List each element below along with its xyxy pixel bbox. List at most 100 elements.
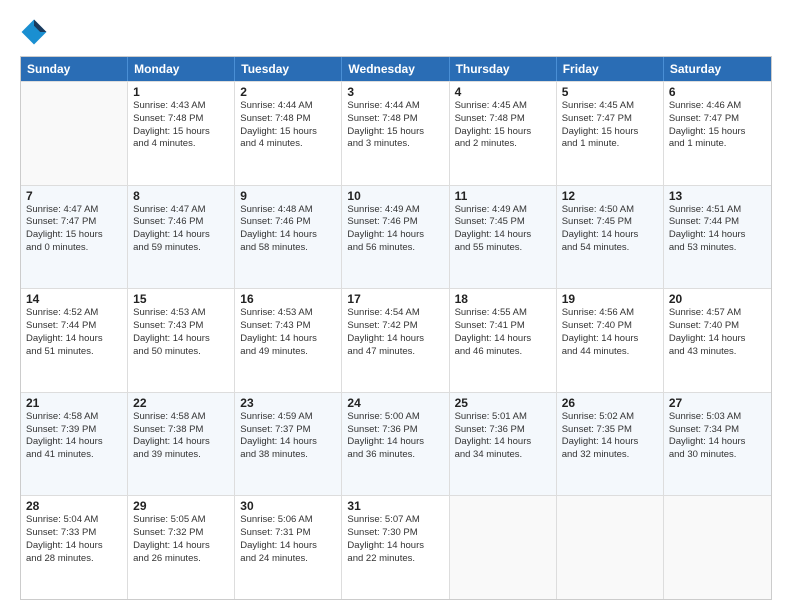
calendar-row-5: 28Sunrise: 5:04 AM Sunset: 7:33 PM Dayli… [21,495,771,599]
day-number: 17 [347,292,443,306]
page: SundayMondayTuesdayWednesdayThursdayFrid… [0,0,792,612]
day-info: Sunrise: 5:05 AM Sunset: 7:32 PM Dayligh… [133,514,229,565]
day-info: Sunrise: 4:45 AM Sunset: 7:47 PM Dayligh… [562,100,658,151]
calendar-row-3: 14Sunrise: 4:52 AM Sunset: 7:44 PM Dayli… [21,288,771,392]
day-cell-30: 30Sunrise: 5:06 AM Sunset: 7:31 PM Dayli… [235,496,342,599]
calendar-row-2: 7Sunrise: 4:47 AM Sunset: 7:47 PM Daylig… [21,185,771,289]
day-cell-12: 12Sunrise: 4:50 AM Sunset: 7:45 PM Dayli… [557,186,664,289]
empty-cell [21,82,128,185]
day-info: Sunrise: 4:58 AM Sunset: 7:38 PM Dayligh… [133,411,229,462]
header-day-monday: Monday [128,57,235,81]
day-cell-14: 14Sunrise: 4:52 AM Sunset: 7:44 PM Dayli… [21,289,128,392]
day-info: Sunrise: 4:57 AM Sunset: 7:40 PM Dayligh… [669,307,766,358]
day-info: Sunrise: 4:44 AM Sunset: 7:48 PM Dayligh… [240,100,336,151]
day-info: Sunrise: 4:49 AM Sunset: 7:45 PM Dayligh… [455,204,551,255]
day-info: Sunrise: 4:47 AM Sunset: 7:47 PM Dayligh… [26,204,122,255]
day-number: 22 [133,396,229,410]
day-number: 5 [562,85,658,99]
day-number: 16 [240,292,336,306]
header-day-tuesday: Tuesday [235,57,342,81]
header [20,18,772,46]
day-info: Sunrise: 4:52 AM Sunset: 7:44 PM Dayligh… [26,307,122,358]
day-number: 6 [669,85,766,99]
day-info: Sunrise: 5:04 AM Sunset: 7:33 PM Dayligh… [26,514,122,565]
day-info: Sunrise: 4:46 AM Sunset: 7:47 PM Dayligh… [669,100,766,151]
day-cell-21: 21Sunrise: 4:58 AM Sunset: 7:39 PM Dayli… [21,393,128,496]
day-number: 12 [562,189,658,203]
logo-icon [20,18,48,46]
day-info: Sunrise: 4:43 AM Sunset: 7:48 PM Dayligh… [133,100,229,151]
day-cell-27: 27Sunrise: 5:03 AM Sunset: 7:34 PM Dayli… [664,393,771,496]
day-info: Sunrise: 4:49 AM Sunset: 7:46 PM Dayligh… [347,204,443,255]
day-cell-20: 20Sunrise: 4:57 AM Sunset: 7:40 PM Dayli… [664,289,771,392]
day-number: 8 [133,189,229,203]
day-number: 3 [347,85,443,99]
day-cell-3: 3Sunrise: 4:44 AM Sunset: 7:48 PM Daylig… [342,82,449,185]
day-info: Sunrise: 5:07 AM Sunset: 7:30 PM Dayligh… [347,514,443,565]
logo [20,18,52,46]
empty-cell [557,496,664,599]
day-number: 10 [347,189,443,203]
day-number: 7 [26,189,122,203]
day-cell-18: 18Sunrise: 4:55 AM Sunset: 7:41 PM Dayli… [450,289,557,392]
day-cell-23: 23Sunrise: 4:59 AM Sunset: 7:37 PM Dayli… [235,393,342,496]
day-number: 19 [562,292,658,306]
day-info: Sunrise: 4:44 AM Sunset: 7:48 PM Dayligh… [347,100,443,151]
day-number: 11 [455,189,551,203]
day-cell-5: 5Sunrise: 4:45 AM Sunset: 7:47 PM Daylig… [557,82,664,185]
day-cell-6: 6Sunrise: 4:46 AM Sunset: 7:47 PM Daylig… [664,82,771,185]
day-info: Sunrise: 4:58 AM Sunset: 7:39 PM Dayligh… [26,411,122,462]
day-cell-2: 2Sunrise: 4:44 AM Sunset: 7:48 PM Daylig… [235,82,342,185]
calendar: SundayMondayTuesdayWednesdayThursdayFrid… [20,56,772,600]
day-number: 9 [240,189,336,203]
calendar-header: SundayMondayTuesdayWednesdayThursdayFrid… [21,57,771,81]
day-number: 30 [240,499,336,513]
day-cell-1: 1Sunrise: 4:43 AM Sunset: 7:48 PM Daylig… [128,82,235,185]
day-info: Sunrise: 4:48 AM Sunset: 7:46 PM Dayligh… [240,204,336,255]
day-cell-31: 31Sunrise: 5:07 AM Sunset: 7:30 PM Dayli… [342,496,449,599]
day-number: 29 [133,499,229,513]
day-cell-22: 22Sunrise: 4:58 AM Sunset: 7:38 PM Dayli… [128,393,235,496]
day-info: Sunrise: 4:55 AM Sunset: 7:41 PM Dayligh… [455,307,551,358]
day-info: Sunrise: 5:01 AM Sunset: 7:36 PM Dayligh… [455,411,551,462]
day-number: 14 [26,292,122,306]
empty-cell [664,496,771,599]
day-info: Sunrise: 4:53 AM Sunset: 7:43 PM Dayligh… [133,307,229,358]
day-number: 15 [133,292,229,306]
day-number: 28 [26,499,122,513]
day-cell-19: 19Sunrise: 4:56 AM Sunset: 7:40 PM Dayli… [557,289,664,392]
day-number: 1 [133,85,229,99]
day-info: Sunrise: 5:00 AM Sunset: 7:36 PM Dayligh… [347,411,443,462]
empty-cell [450,496,557,599]
day-info: Sunrise: 5:03 AM Sunset: 7:34 PM Dayligh… [669,411,766,462]
day-number: 2 [240,85,336,99]
day-cell-17: 17Sunrise: 4:54 AM Sunset: 7:42 PM Dayli… [342,289,449,392]
day-number: 27 [669,396,766,410]
day-cell-26: 26Sunrise: 5:02 AM Sunset: 7:35 PM Dayli… [557,393,664,496]
calendar-row-4: 21Sunrise: 4:58 AM Sunset: 7:39 PM Dayli… [21,392,771,496]
day-number: 25 [455,396,551,410]
day-info: Sunrise: 4:51 AM Sunset: 7:44 PM Dayligh… [669,204,766,255]
header-day-friday: Friday [557,57,664,81]
calendar-row-1: 1Sunrise: 4:43 AM Sunset: 7:48 PM Daylig… [21,81,771,185]
day-cell-24: 24Sunrise: 5:00 AM Sunset: 7:36 PM Dayli… [342,393,449,496]
day-info: Sunrise: 4:56 AM Sunset: 7:40 PM Dayligh… [562,307,658,358]
day-number: 26 [562,396,658,410]
day-number: 31 [347,499,443,513]
header-day-sunday: Sunday [21,57,128,81]
day-cell-10: 10Sunrise: 4:49 AM Sunset: 7:46 PM Dayli… [342,186,449,289]
day-cell-16: 16Sunrise: 4:53 AM Sunset: 7:43 PM Dayli… [235,289,342,392]
header-day-thursday: Thursday [450,57,557,81]
header-day-saturday: Saturday [664,57,771,81]
day-info: Sunrise: 5:06 AM Sunset: 7:31 PM Dayligh… [240,514,336,565]
day-number: 13 [669,189,766,203]
day-cell-25: 25Sunrise: 5:01 AM Sunset: 7:36 PM Dayli… [450,393,557,496]
day-cell-28: 28Sunrise: 5:04 AM Sunset: 7:33 PM Dayli… [21,496,128,599]
day-cell-13: 13Sunrise: 4:51 AM Sunset: 7:44 PM Dayli… [664,186,771,289]
day-number: 4 [455,85,551,99]
day-cell-11: 11Sunrise: 4:49 AM Sunset: 7:45 PM Dayli… [450,186,557,289]
day-cell-8: 8Sunrise: 4:47 AM Sunset: 7:46 PM Daylig… [128,186,235,289]
day-info: Sunrise: 4:45 AM Sunset: 7:48 PM Dayligh… [455,100,551,151]
day-number: 18 [455,292,551,306]
day-cell-29: 29Sunrise: 5:05 AM Sunset: 7:32 PM Dayli… [128,496,235,599]
